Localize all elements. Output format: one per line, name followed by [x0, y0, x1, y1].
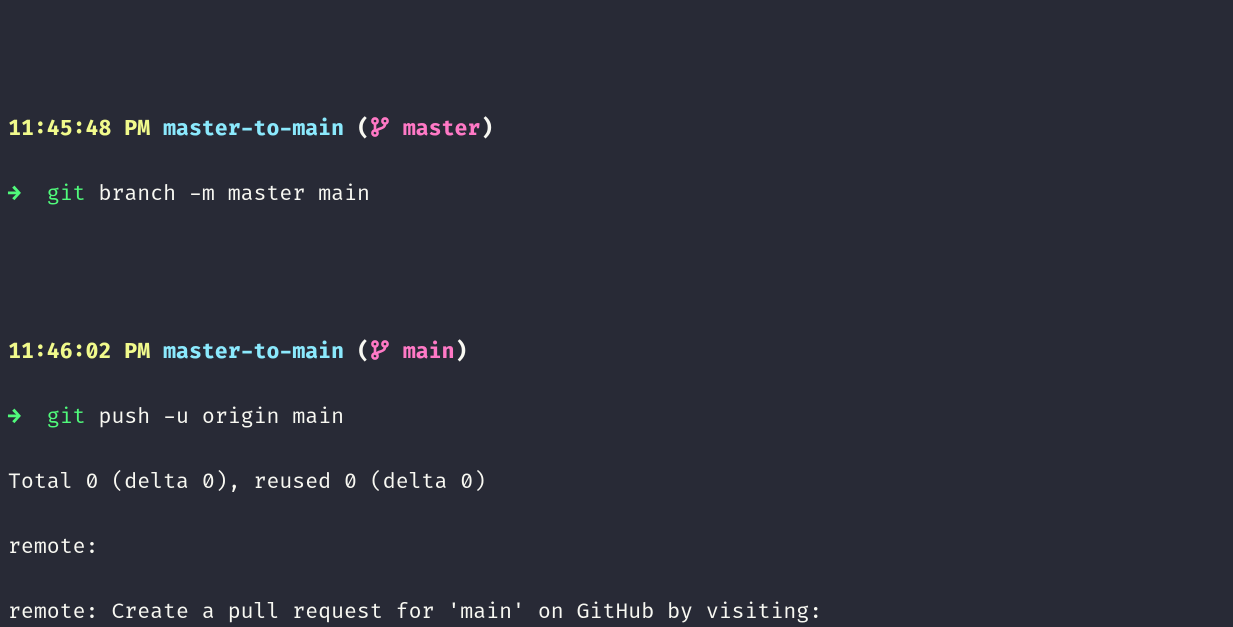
prompt-open-paren: ( [357, 340, 370, 365]
prompt-open-paren: ( [357, 117, 370, 142]
command-line[interactable]: → git push -u origin main [8, 402, 1225, 435]
prompt-line: 11:46:02 PM master-to-main ( main) [8, 337, 1225, 370]
command-args: branch -m master main [99, 182, 370, 207]
command-line[interactable]: → git branch -m master main [8, 179, 1225, 212]
prompt-arrow-icon: → [8, 405, 21, 430]
prompt-time: 11:45:48 PM [8, 117, 150, 142]
output-line: remote: Create a pull request for 'main'… [8, 597, 1225, 627]
terminal[interactable]: 11:45:48 PM master-to-main ( master) → g… [0, 0, 1233, 627]
prompt-arrow-icon: → [8, 182, 21, 207]
prompt-line: 11:45:48 PM master-to-main ( master) [8, 114, 1225, 147]
prompt-close-paren: ) [455, 340, 468, 365]
command-args: push -u origin main [99, 405, 345, 430]
prompt-time: 11:46:02 PM [8, 340, 150, 365]
prompt-repo: master-to-main [163, 117, 344, 142]
prompt-close-paren: ) [480, 117, 493, 142]
command-bin: git [47, 182, 86, 207]
git-branch-icon [370, 339, 390, 361]
prompt-repo: master-to-main [163, 340, 344, 365]
output-line: remote: [8, 532, 1225, 565]
prompt-branch: master [403, 117, 481, 142]
prompt-branch: main [403, 340, 455, 365]
git-branch-icon [370, 116, 390, 138]
command-bin: git [47, 405, 86, 430]
output-line: Total 0 (delta 0), reused 0 (delta 0) [8, 467, 1225, 500]
